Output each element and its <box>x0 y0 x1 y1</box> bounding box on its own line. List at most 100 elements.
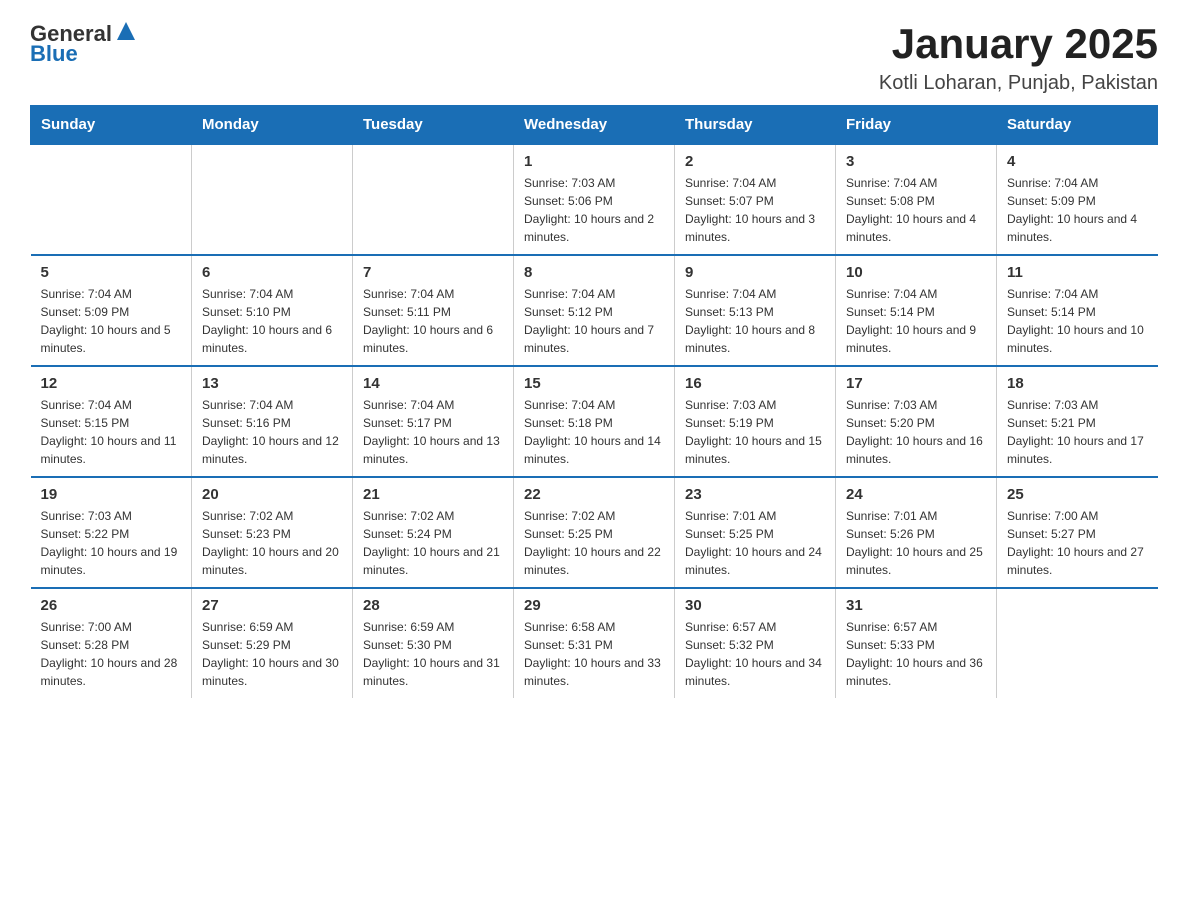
day-number: 10 <box>846 264 986 281</box>
calendar-cell: 27Sunrise: 6:59 AM Sunset: 5:29 PM Dayli… <box>192 588 353 698</box>
weekday-header-tuesday: Tuesday <box>353 106 514 145</box>
day-info: Sunrise: 7:04 AM Sunset: 5:12 PM Dayligh… <box>524 285 664 357</box>
calendar-cell: 20 Sunrise: 7:02 AM Sunset: 5:23 PM Dayli… <box>192 477 353 588</box>
day-number: 28 <box>363 597 503 614</box>
day-number: 8 <box>524 264 664 281</box>
calendar-table: SundayMondayTuesdayWednesdayThursdayFrid… <box>30 105 1158 698</box>
weekday-header-monday: Monday <box>192 106 353 145</box>
title-block: January 2025 Kotli Loharan, Punjab, Paki… <box>879 20 1158 95</box>
day-number: 25 <box>1007 486 1148 503</box>
day-info: Sunrise: 7:04 AM Sunset: 5:15 PM Dayligh… <box>41 396 182 468</box>
calendar-cell: 19 Sunrise: 7:03 AM Sunset: 5:22 PM Dayli… <box>31 477 192 588</box>
weekday-header-wednesday: Wednesday <box>514 106 675 145</box>
day-info: Sunrise: 7:04 AM Sunset: 5:10 PM Dayligh… <box>202 285 342 357</box>
calendar-cell: 12 Sunrise: 7:04 AM Sunset: 5:15 PM Dayli… <box>31 366 192 477</box>
day-info: Sunrise: 6:58 AM Sunset: 5:31 PM Dayligh… <box>524 618 664 690</box>
calendar-cell <box>192 144 353 255</box>
day-number: 9 <box>685 264 825 281</box>
calendar-week-3: 12 Sunrise: 7:04 AM Sunset: 5:15 PM Dayli… <box>31 366 1158 477</box>
day-info: Sunrise: 7:04 AM Sunset: 5:13 PM Dayligh… <box>685 285 825 357</box>
page-header: General Blue January 2025 Kotli Loharan,… <box>30 20 1158 95</box>
calendar-cell: 17 Sunrise: 7:03 AM Sunset: 5:20 PM Dayli… <box>836 366 997 477</box>
calendar-header: SundayMondayTuesdayWednesdayThursdayFrid… <box>31 106 1158 145</box>
day-info: Sunrise: 7:02 AM Sunset: 5:23 PM Dayligh… <box>202 507 342 579</box>
day-number: 20 <box>202 486 342 503</box>
day-info: Sunrise: 6:57 AM Sunset: 5:32 PM Dayligh… <box>685 618 825 690</box>
calendar-cell: 11 Sunrise: 7:04 AM Sunset: 5:14 PM Dayli… <box>997 255 1158 366</box>
calendar-cell: 31Sunrise: 6:57 AM Sunset: 5:33 PM Dayli… <box>836 588 997 698</box>
day-info: Sunrise: 7:02 AM Sunset: 5:25 PM Dayligh… <box>524 507 664 579</box>
calendar-cell: 29 Sunrise: 6:58 AM Sunset: 5:31 PM Dayli… <box>514 588 675 698</box>
calendar-week-4: 19 Sunrise: 7:03 AM Sunset: 5:22 PM Dayli… <box>31 477 1158 588</box>
day-number: 17 <box>846 375 986 392</box>
calendar-cell: 21Sunrise: 7:02 AM Sunset: 5:24 PM Dayli… <box>353 477 514 588</box>
calendar-cell: 7 Sunrise: 7:04 AM Sunset: 5:11 PM Daylig… <box>353 255 514 366</box>
day-number: 22 <box>524 486 664 503</box>
day-number: 16 <box>685 375 825 392</box>
day-number: 1 <box>524 153 664 170</box>
day-number: 19 <box>41 486 182 503</box>
calendar-cell: 13 Sunrise: 7:04 AM Sunset: 5:16 PM Dayli… <box>192 366 353 477</box>
day-info: Sunrise: 7:00 AM Sunset: 5:27 PM Dayligh… <box>1007 507 1148 579</box>
calendar-cell: 26Sunrise: 7:00 AM Sunset: 5:28 PM Dayli… <box>31 588 192 698</box>
day-number: 29 <box>524 597 664 614</box>
day-number: 2 <box>685 153 825 170</box>
day-number: 4 <box>1007 153 1148 170</box>
day-number: 3 <box>846 153 986 170</box>
day-info: Sunrise: 7:04 AM Sunset: 5:11 PM Dayligh… <box>363 285 503 357</box>
day-info: Sunrise: 7:01 AM Sunset: 5:26 PM Dayligh… <box>846 507 986 579</box>
calendar-cell: 25 Sunrise: 7:00 AM Sunset: 5:27 PM Dayli… <box>997 477 1158 588</box>
day-number: 15 <box>524 375 664 392</box>
calendar-cell: 18Sunrise: 7:03 AM Sunset: 5:21 PM Dayli… <box>997 366 1158 477</box>
page-title: January 2025 <box>879 20 1158 68</box>
calendar-week-5: 26Sunrise: 7:00 AM Sunset: 5:28 PM Dayli… <box>31 588 1158 698</box>
day-number: 27 <box>202 597 342 614</box>
weekday-header-saturday: Saturday <box>997 106 1158 145</box>
day-number: 5 <box>41 264 182 281</box>
day-number: 24 <box>846 486 986 503</box>
day-number: 13 <box>202 375 342 392</box>
weekday-header-row: SundayMondayTuesdayWednesdayThursdayFrid… <box>31 106 1158 145</box>
calendar-cell: 30 Sunrise: 6:57 AM Sunset: 5:32 PM Dayli… <box>675 588 836 698</box>
day-info: Sunrise: 7:03 AM Sunset: 5:22 PM Dayligh… <box>41 507 182 579</box>
day-info: Sunrise: 7:04 AM Sunset: 5:14 PM Dayligh… <box>846 285 986 357</box>
calendar-cell: 3 Sunrise: 7:04 AM Sunset: 5:08 PM Daylig… <box>836 144 997 255</box>
calendar-cell: 10 Sunrise: 7:04 AM Sunset: 5:14 PM Dayli… <box>836 255 997 366</box>
day-info: Sunrise: 7:04 AM Sunset: 5:18 PM Dayligh… <box>524 396 664 468</box>
calendar-cell: 24 Sunrise: 7:01 AM Sunset: 5:26 PM Dayli… <box>836 477 997 588</box>
calendar-cell: 8 Sunrise: 7:04 AM Sunset: 5:12 PM Daylig… <box>514 255 675 366</box>
day-info: Sunrise: 7:04 AM Sunset: 5:09 PM Dayligh… <box>1007 174 1148 246</box>
day-info: Sunrise: 7:04 AM Sunset: 5:08 PM Dayligh… <box>846 174 986 246</box>
logo-triangle-icon <box>115 20 137 42</box>
weekday-header-sunday: Sunday <box>31 106 192 145</box>
day-info: Sunrise: 7:04 AM Sunset: 5:17 PM Dayligh… <box>363 396 503 468</box>
day-number: 7 <box>363 264 503 281</box>
page-subtitle: Kotli Loharan, Punjab, Pakistan <box>879 72 1158 95</box>
day-number: 23 <box>685 486 825 503</box>
day-info: Sunrise: 7:01 AM Sunset: 5:25 PM Dayligh… <box>685 507 825 579</box>
day-number: 21 <box>363 486 503 503</box>
weekday-header-thursday: Thursday <box>675 106 836 145</box>
day-info: Sunrise: 7:03 AM Sunset: 5:21 PM Dayligh… <box>1007 396 1148 468</box>
day-number: 12 <box>41 375 182 392</box>
calendar-cell: 28Sunrise: 6:59 AM Sunset: 5:30 PM Dayli… <box>353 588 514 698</box>
day-info: Sunrise: 7:00 AM Sunset: 5:28 PM Dayligh… <box>41 618 182 690</box>
calendar-week-1: 1Sunrise: 7:03 AM Sunset: 5:06 PM Daylig… <box>31 144 1158 255</box>
calendar-cell: 1Sunrise: 7:03 AM Sunset: 5:06 PM Daylig… <box>514 144 675 255</box>
calendar-cell: 5Sunrise: 7:04 AM Sunset: 5:09 PM Daylig… <box>31 255 192 366</box>
calendar-cell <box>997 588 1158 698</box>
calendar-cell: 22 Sunrise: 7:02 AM Sunset: 5:25 PM Dayli… <box>514 477 675 588</box>
day-number: 11 <box>1007 264 1148 281</box>
day-info: Sunrise: 7:03 AM Sunset: 5:20 PM Dayligh… <box>846 396 986 468</box>
calendar-cell: 6 Sunrise: 7:04 AM Sunset: 5:10 PM Daylig… <box>192 255 353 366</box>
day-info: Sunrise: 6:57 AM Sunset: 5:33 PM Dayligh… <box>846 618 986 690</box>
calendar-cell: 2Sunrise: 7:04 AM Sunset: 5:07 PM Daylig… <box>675 144 836 255</box>
day-info: Sunrise: 7:03 AM Sunset: 5:19 PM Dayligh… <box>685 396 825 468</box>
day-number: 30 <box>685 597 825 614</box>
calendar-cell <box>31 144 192 255</box>
day-info: Sunrise: 7:04 AM Sunset: 5:16 PM Dayligh… <box>202 396 342 468</box>
calendar-cell: 4 Sunrise: 7:04 AM Sunset: 5:09 PM Daylig… <box>997 144 1158 255</box>
day-number: 6 <box>202 264 342 281</box>
day-info: Sunrise: 7:04 AM Sunset: 5:14 PM Dayligh… <box>1007 285 1148 357</box>
calendar-cell: 16 Sunrise: 7:03 AM Sunset: 5:19 PM Dayli… <box>675 366 836 477</box>
